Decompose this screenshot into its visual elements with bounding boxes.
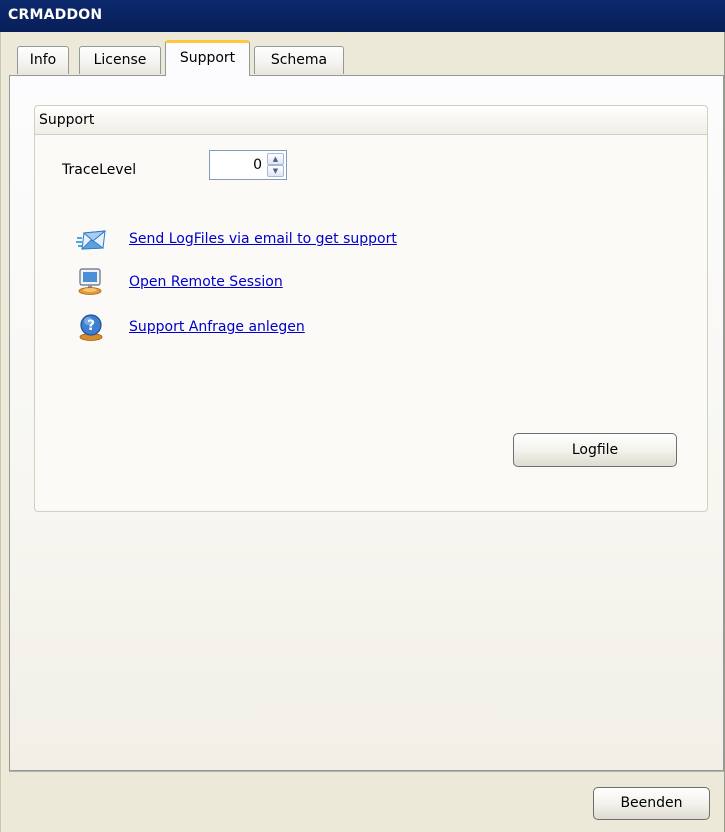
bottom-separator: [9, 771, 724, 772]
trace-level-label: TraceLevel: [62, 162, 137, 178]
tab-schema[interactable]: Schema: [254, 46, 344, 74]
support-group-title: Support: [39, 112, 95, 128]
close-button[interactable]: Beenden: [593, 787, 710, 820]
trace-level-value[interactable]: 0: [253, 157, 262, 173]
support-request-link[interactable]: Support Anfrage anlegen: [129, 319, 305, 335]
email-icon[interactable]: [76, 224, 107, 254]
svg-text:?: ?: [87, 318, 95, 334]
support-group-box: Support TraceLevel 0 ▲ ▼ Send LogFiles v…: [34, 105, 708, 512]
help-icon[interactable]: ?: [76, 312, 106, 342]
remote-session-link-row[interactable]: Open Remote Session: [76, 267, 376, 297]
support-group-header: Support: [35, 106, 707, 135]
support-request-link-row[interactable]: ? Support Anfrage anlegen: [76, 312, 376, 342]
title-bar[interactable]: CRMADDON: [0, 0, 725, 32]
remote-session-link[interactable]: Open Remote Session: [129, 274, 283, 290]
spin-down-button[interactable]: ▼: [267, 165, 284, 177]
spin-up-button[interactable]: ▲: [267, 153, 284, 165]
window-left-border: [0, 32, 1, 832]
logfile-button[interactable]: Logfile: [513, 433, 677, 467]
tab-support[interactable]: Support: [165, 40, 250, 76]
remote-desktop-icon[interactable]: [76, 267, 106, 297]
trace-level-stepper[interactable]: 0 ▲ ▼: [209, 150, 287, 180]
window-title: CRMADDON: [8, 7, 103, 23]
support-tab-panel: Support TraceLevel 0 ▲ ▼ Send LogFiles v…: [9, 75, 724, 771]
application-window: CRMADDON Info License Support Schema Sup…: [0, 0, 725, 832]
trace-level-spin-buttons: ▲ ▼: [267, 153, 284, 177]
tab-license[interactable]: License: [79, 46, 161, 74]
tab-info[interactable]: Info: [17, 46, 69, 74]
send-logfiles-link-row[interactable]: Send LogFiles via email to get support: [76, 224, 476, 254]
send-logfiles-link[interactable]: Send LogFiles via email to get support: [129, 231, 397, 247]
